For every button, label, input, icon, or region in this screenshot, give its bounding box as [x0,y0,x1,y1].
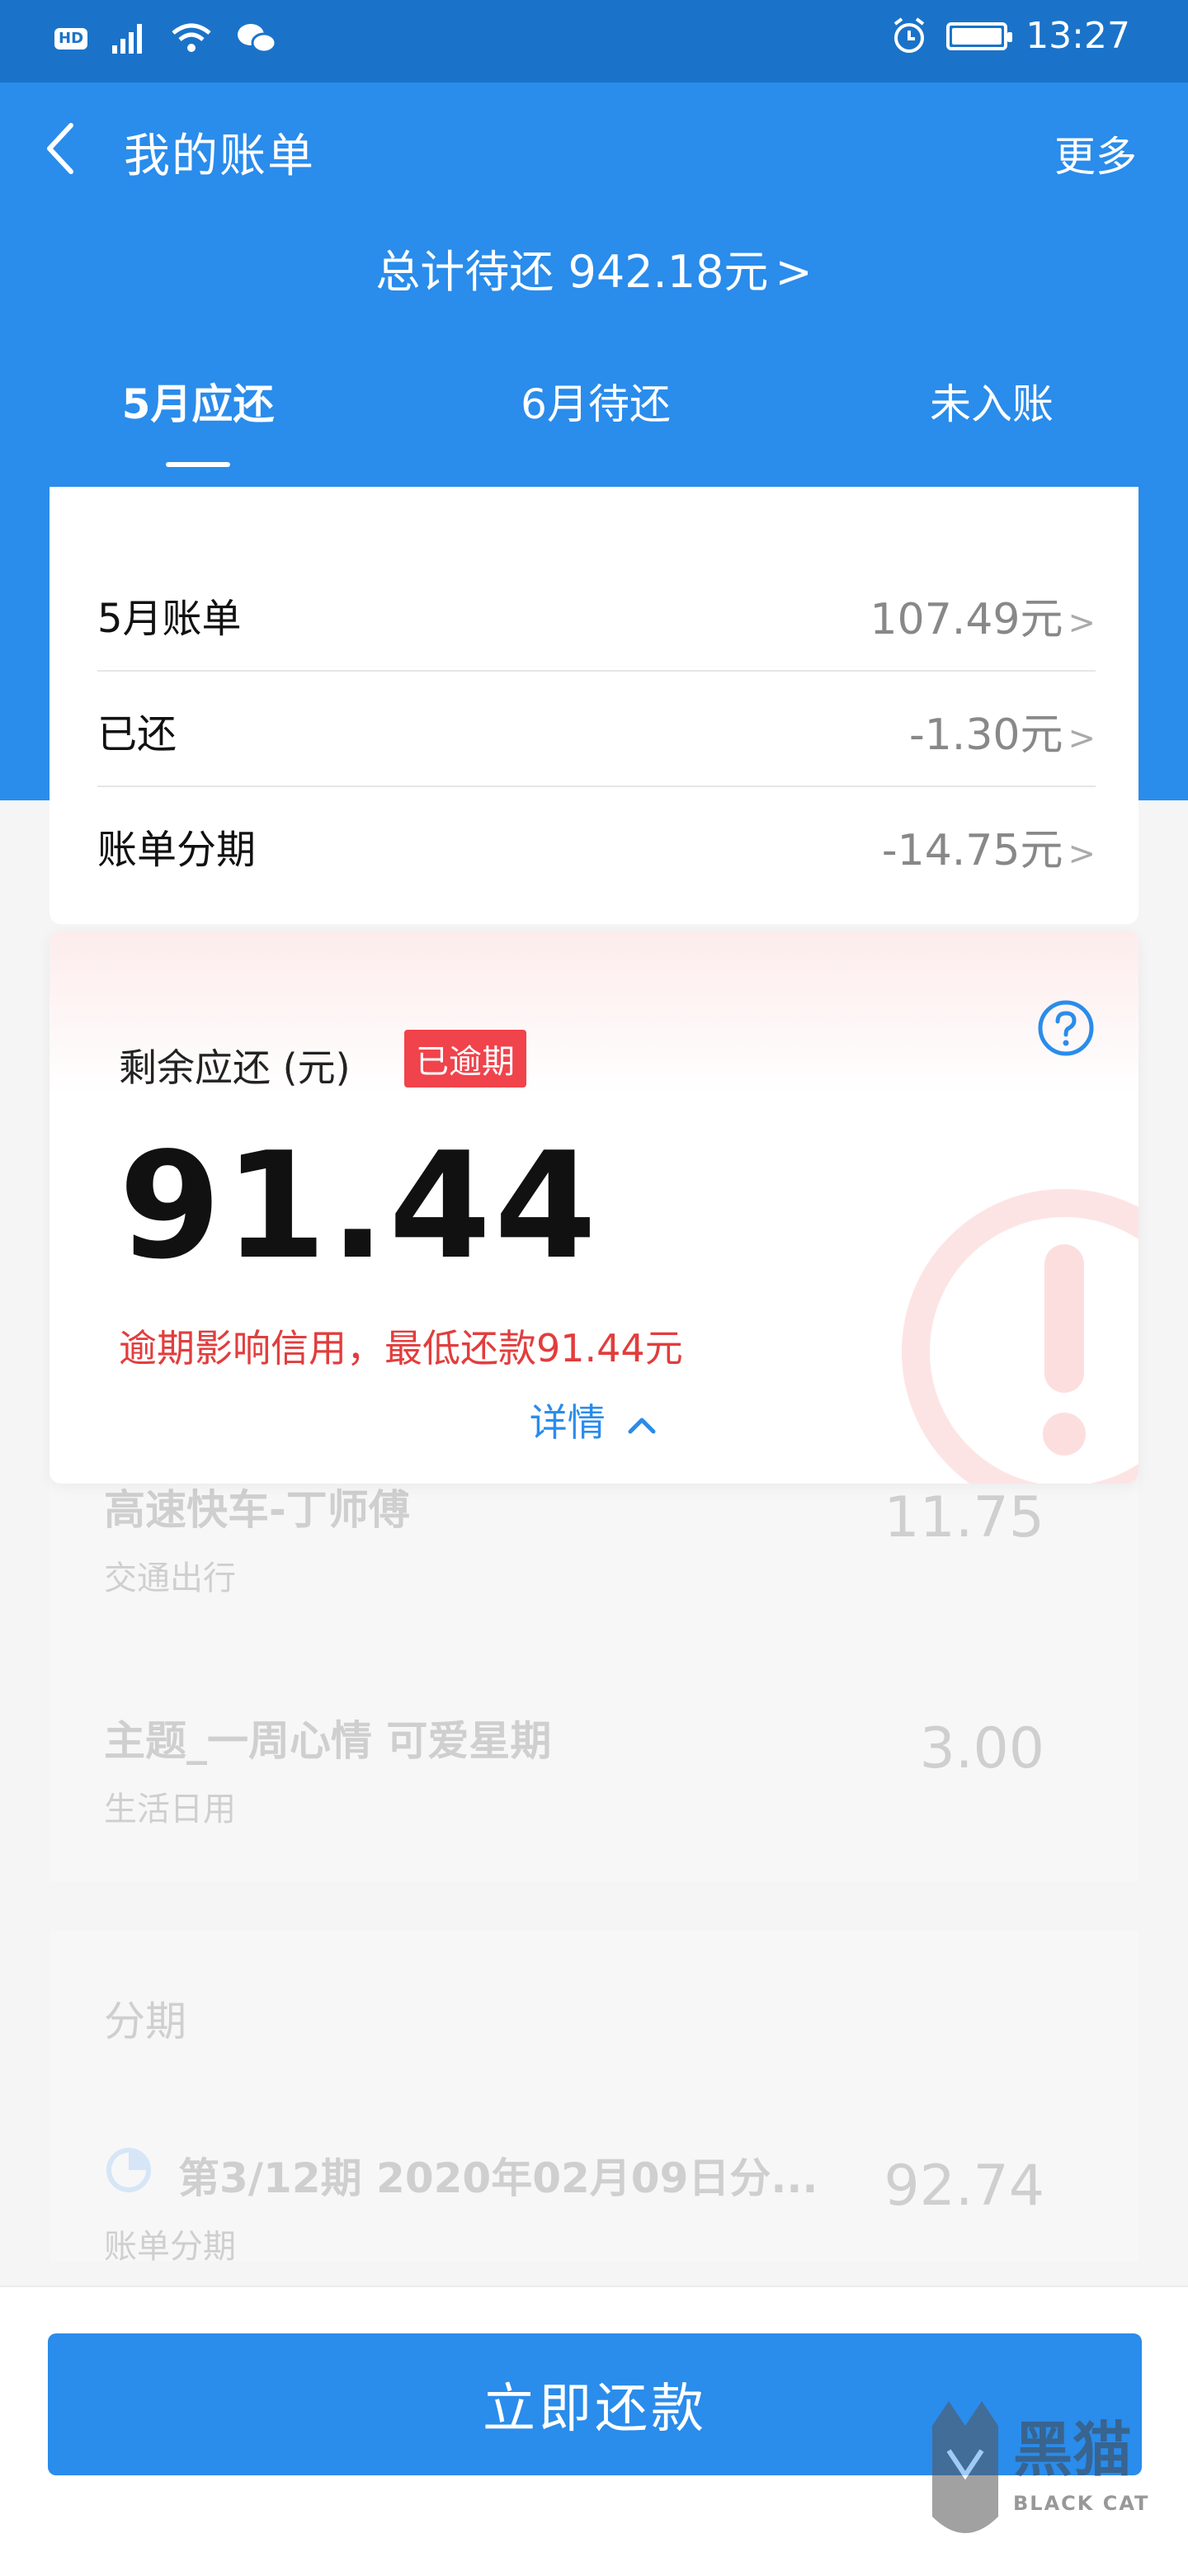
chevron-right-icon: > [1068,603,1096,642]
divider [97,670,1096,672]
wifi-icon [172,23,211,52]
app-header: 我的账单 更多 [0,83,1188,215]
bill-row-value: 107.49元 [870,594,1063,644]
overdue-card: 剩余应还 (元) 已逾期 91.44 逾期影响信用，最低还款91.44元 详情 [50,931,1138,1484]
total-due-label: 总计待还 942.18元 [375,246,769,298]
detail-toggle[interactable]: 详情 [50,1393,1138,1447]
bill-row-value: -14.75元 [881,825,1063,875]
page-title: 我的账单 [124,130,315,183]
watermark-cn: 黑猫 [1013,2415,1133,2484]
list-item-amount: 3.00 [919,1716,1044,1781]
installment-item[interactable]: 第3/12期 2020年02月09日分... 账单分期 92.74 [104,2145,1094,2267]
list-item[interactable]: 主题_一周心情 可爱星期 生活日用 3.00 [104,1708,1094,1830]
list-item-subtitle: 交通出行 [104,1559,236,1597]
total-due-link[interactable]: 总计待还 942.18元 > [0,235,1188,300]
status-bar: HD 13:27 [0,0,1188,83]
watermark-logo: 黑猫 BLACK CAT [924,2385,1163,2574]
bill-row-installment[interactable]: 账单分期 -14.75元 > [97,788,1096,903]
installment-amount: 92.74 [884,2154,1044,2219]
chevron-right-icon: > [1068,719,1096,757]
list-item[interactable]: 高速快车-丁师傅 交通出行 11.75 [104,1477,1094,1599]
tab-unbilled[interactable]: 未入账 [851,371,1132,431]
remaining-due-label: 剩余应还 (元) [119,1045,351,1090]
transactions-list: 高速快车-丁师傅 交通出行 11.75 主题_一周心情 可爱星期 生活日用 3.… [50,1452,1138,1881]
signal-icon [112,24,143,54]
list-item-amount: 11.75 [884,1485,1044,1550]
back-icon[interactable] [38,116,87,182]
cat-logo-icon [932,2401,998,2533]
chevron-right-icon: > [1068,834,1096,873]
bill-summary-card: 5月账单 107.49元 > 已还 -1.30元 > 账单分期 -14.75元 > [50,487,1138,924]
bill-row-label: 已还 [97,711,177,757]
active-tab-indicator [166,462,230,467]
divider [97,786,1096,787]
section-heading: 分期 [104,1998,186,2045]
tab-may-due[interactable]: 5月应还 [58,371,338,431]
remaining-due-amount: 91.44 [119,1121,601,1291]
bill-row-label: 5月账单 [97,596,242,642]
tab-june-pending[interactable]: 6月待还 [455,371,736,431]
alarm-icon [893,17,925,53]
chevron-up-icon [628,1418,656,1433]
pie-chart-icon [106,2148,151,2192]
chevron-right-icon: > [775,246,813,298]
bill-row-label: 账单分期 [97,827,257,873]
help-icon[interactable] [1036,998,1096,1058]
hd-icon: HD [54,28,88,50]
list-item-subtitle: 生活日用 [104,1790,236,1828]
battery-icon [946,21,1013,50]
installment-section: 分期 第3/12期 2020年02月09日分... 账单分期 92.74 [50,1931,1138,2266]
installment-subtitle: 账单分期 [104,2228,236,2266]
bill-row-value: -1.30元 [908,710,1063,760]
overdue-warning-text: 逾期影响信用，最低还款91.44元 [119,1326,683,1371]
detail-label: 详情 [529,1400,606,1445]
clock: 13:27 [1025,15,1130,57]
watermark-en: BLACK CAT [1013,2492,1150,2515]
bill-row-may[interactable]: 5月账单 107.49元 > [97,557,1096,672]
month-tabs: 5月应还 6月待还 未入账 [0,363,1188,487]
overdue-badge: 已逾期 [404,1030,526,1087]
wechat-icon [238,24,277,54]
bill-row-paid[interactable]: 已还 -1.30元 > [97,672,1096,788]
more-button[interactable]: 更多 [1054,124,1137,183]
